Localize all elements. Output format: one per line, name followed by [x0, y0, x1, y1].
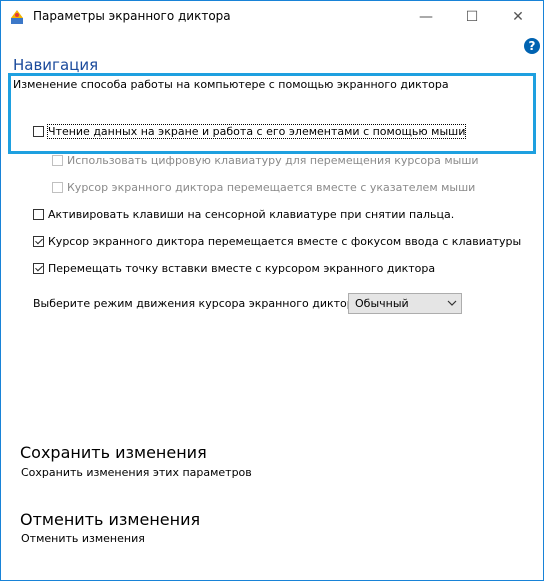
- checkbox[interactable]: [52, 182, 63, 193]
- help-icon[interactable]: ?: [524, 38, 540, 54]
- option-insertion-point[interactable]: Перемещать точку вставки вместе с курсор…: [33, 262, 435, 275]
- option-label: Курсор экранного диктора перемещается вм…: [67, 181, 476, 194]
- checkbox[interactable]: [33, 236, 44, 247]
- option-cursor-follow-mouse[interactable]: Курсор экранного диктора перемещается вм…: [52, 181, 475, 194]
- maximize-button[interactable]: ☐: [449, 1, 495, 33]
- close-button[interactable]: ✕: [495, 1, 541, 33]
- option-label: Курсор экранного диктора перемещается вм…: [48, 235, 522, 248]
- save-changes-link[interactable]: Сохранить изменения: [20, 443, 207, 462]
- cancel-changes-description: Отменить изменения: [21, 532, 145, 545]
- section-title: Навигация: [13, 56, 99, 74]
- option-label: Перемещать точку вставки вместе с курсор…: [48, 262, 436, 275]
- narrator-app-icon: [11, 10, 23, 24]
- option-numpad-mouse[interactable]: Использовать цифровую клавиатуру для пер…: [52, 154, 479, 167]
- checkbox[interactable]: [33, 209, 44, 220]
- title-bar[interactable]: Параметры экранного диктора — ☐ ✕: [1, 1, 543, 33]
- checkbox[interactable]: [33, 126, 44, 137]
- option-cursor-follow-focus[interactable]: Курсор экранного диктора перемещается вм…: [33, 235, 521, 248]
- option-label: Чтение данных на экране и работа с его э…: [46, 124, 467, 139]
- checkbox[interactable]: [33, 263, 44, 274]
- option-mouse-read[interactable]: Чтение данных на экране и работа с его э…: [33, 124, 467, 139]
- option-label: Использовать цифровую клавиатуру для пер…: [67, 154, 479, 167]
- option-touch-keyboard[interactable]: Активировать клавиши на сенсорной клавиа…: [33, 208, 454, 221]
- option-label: Активировать клавиши на сенсорной клавиа…: [48, 208, 455, 221]
- checkbox[interactable]: [52, 155, 63, 166]
- cursor-mode-label: Выберите режим движения курсора экранног…: [33, 297, 365, 310]
- minimize-button[interactable]: —: [403, 1, 449, 33]
- cancel-changes-link[interactable]: Отменить изменения: [20, 510, 200, 529]
- section-description: Изменение способа работы на компьютере с…: [13, 78, 449, 91]
- window-title: Параметры экранного диктора: [33, 9, 231, 23]
- settings-window: Параметры экранного диктора — ☐ ✕ ? Нави…: [0, 0, 544, 581]
- cursor-mode-select[interactable]: Обычный: [348, 293, 462, 314]
- save-changes-description: Сохранить изменения этих параметров: [21, 466, 252, 479]
- chevron-down-icon: [443, 298, 461, 309]
- cursor-mode-value: Обычный: [355, 297, 409, 310]
